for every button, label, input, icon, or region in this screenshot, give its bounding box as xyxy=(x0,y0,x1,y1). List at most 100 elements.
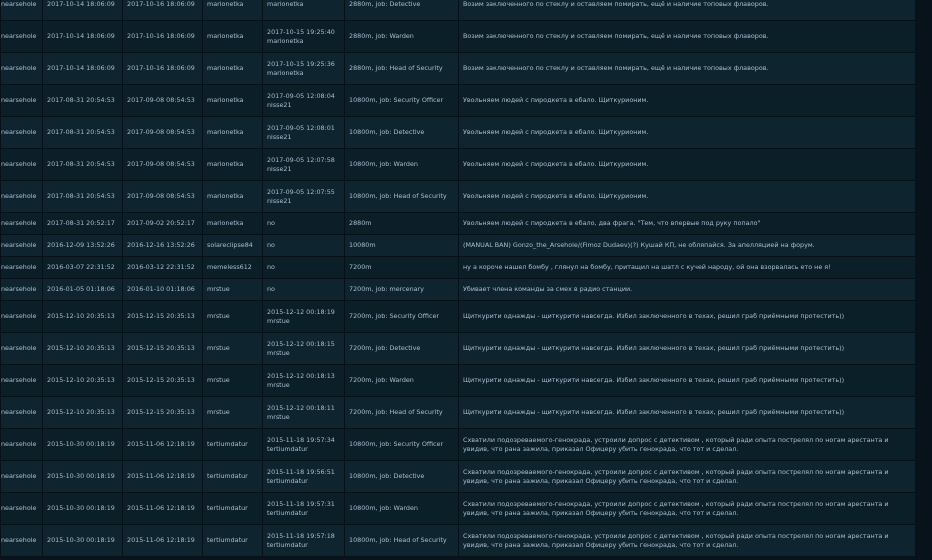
unban-admin: mrstue xyxy=(267,380,290,389)
duration-cell: 10800m, job: Detective xyxy=(344,460,459,493)
ban-date-cell: 2015-12-10 20:35:13 xyxy=(42,396,123,429)
admin-cell: tertiumdatur xyxy=(202,428,263,461)
expiry-date-cell: 2017-09-08 08:54:53 xyxy=(122,84,203,117)
reason-cell: Увольняем людей с пиродкета в ебало. Щит… xyxy=(458,84,916,117)
reason-cell: Убивает члена команды за смех в радио ст… xyxy=(458,278,916,301)
table-row: nearsehole 2015-12-10 20:35:13 2015-12-15 … xyxy=(0,300,916,333)
unban-cell: 2017-09-05 12:08:01 nisse21 xyxy=(262,116,345,149)
admin-cell: tertiumdatur xyxy=(202,460,263,493)
unban-cell: 2017-09-05 12:07:55 nisse21 xyxy=(262,180,345,213)
admin-cell: marionetka xyxy=(202,180,263,213)
unban-admin: mrstue xyxy=(267,316,290,325)
unban-time: 2015-11-18 19:57:18 xyxy=(267,531,335,540)
ban-date-cell: 2017-08-31 20:54:53 xyxy=(42,116,123,149)
admin-cell: mrstue xyxy=(202,278,263,301)
reason-cell: Увольняем людей с пиродкета в ебало. Щит… xyxy=(458,180,916,213)
ban-date-cell: 2016-12-09 13:52:26 xyxy=(42,234,123,257)
ban-date-cell: 2015-12-10 20:35:13 xyxy=(42,364,123,397)
admin-cell: tertiumdatur xyxy=(202,492,263,525)
ckey-cell: nearsehole xyxy=(0,492,43,525)
table-row: nearsehole 2016-12-09 13:52:26 2016-12-16 … xyxy=(0,234,916,257)
unban-time: 2017-09-05 12:07:58 xyxy=(267,155,335,164)
admin-cell: memeless612 xyxy=(202,256,263,279)
unban-cell: 2015-12-12 00:18:13 mrstue xyxy=(262,364,345,397)
unban-admin: tertiumdatur xyxy=(267,476,308,485)
expiry-date-cell: 2015-11-06 12:18:19 xyxy=(122,524,203,557)
unban-admin: tertiumdatur xyxy=(267,444,308,453)
expiry-date-cell: 2017-09-08 08:54:53 xyxy=(122,148,203,181)
ban-date-cell: 2015-12-10 20:35:13 xyxy=(42,332,123,365)
expiry-date-cell: 2016-03-12 22:31:52 xyxy=(122,256,203,279)
expiry-date-cell: 2015-11-06 12:18:19 xyxy=(122,492,203,525)
expiry-date-cell: 2017-10-16 18:06:09 xyxy=(122,0,203,21)
unban-cell: 2017-10-15 19:25:40 marionetka xyxy=(262,20,345,53)
unban-time: 2015-11-18 19:57:34 xyxy=(267,435,335,444)
reason-cell: Увольняем людей с пиродкета в ебало. Щит… xyxy=(458,148,916,181)
table-row: nearsehole 2016-03-07 22:31:52 2016-03-12 … xyxy=(0,256,916,279)
expiry-date-cell: 2016-01-10 01:18:06 xyxy=(122,278,203,301)
ban-date-cell: 2015-10-30 00:18:19 xyxy=(42,492,123,525)
unban-cell: 2015-11-18 19:57:31 tertiumdatur xyxy=(262,492,345,525)
admin-cell: marionetka xyxy=(202,116,263,149)
ckey-cell: nearsehole xyxy=(0,212,43,235)
table-row: nearsehole 2015-10-30 00:18:19 2015-11-06 … xyxy=(0,428,916,461)
ckey-cell: nearsehole xyxy=(0,0,43,21)
reason-cell: Щиткурити однажды - щиткурити навсегда. … xyxy=(458,364,916,397)
ckey-cell: nearsehole xyxy=(0,148,43,181)
admin-cell: mrstue xyxy=(202,332,263,365)
duration-cell: 10800m, job: Detective xyxy=(344,116,459,149)
ban-date-cell: 2015-10-30 00:18:19 xyxy=(42,524,123,557)
table-row: nearsehole 2017-10-14 18:06:09 2017-10-16 … xyxy=(0,52,916,85)
ban-date-cell: 2015-10-30 00:18:19 xyxy=(42,460,123,493)
ban-date-cell: 2017-08-31 20:52:17 xyxy=(42,212,123,235)
ban-table: nearsehole 2017-10-14 18:06:09 2017-10-16 … xyxy=(0,0,916,557)
ban-date-cell: 2017-08-31 20:54:53 xyxy=(42,180,123,213)
reason-cell: Увольняем людей с пиродкета в ебало, два… xyxy=(458,212,916,235)
admin-cell: tertiumdatur xyxy=(202,524,263,557)
ckey-cell: nearsehole xyxy=(0,234,43,257)
ban-date-cell: 2016-03-07 22:31:52 xyxy=(42,256,123,279)
unban-admin: mrstue xyxy=(267,348,290,357)
ckey-cell: nearsehole xyxy=(0,332,43,365)
duration-cell: 10800m, job: Security Officer xyxy=(344,84,459,117)
expiry-date-cell: 2016-12-16 13:52:26 xyxy=(122,234,203,257)
reason-cell: Щиткурити однажды - щиткурити навсегда. … xyxy=(458,300,916,333)
reason-cell: Схватили подозреваемого-генокрада, устро… xyxy=(458,428,916,461)
expiry-date-cell: 2015-11-06 12:18:19 xyxy=(122,428,203,461)
duration-cell: 2880m, job: Warden xyxy=(344,20,459,53)
unban-admin: nisse21 xyxy=(267,164,292,173)
ban-date-cell: 2017-08-31 20:54:53 xyxy=(42,84,123,117)
unban-admin: nisse21 xyxy=(267,196,292,205)
table-row: nearsehole 2016-01-05 01:18:06 2016-01-10 … xyxy=(0,278,916,301)
reason-cell: Схватили подозреваемого-генокрада, устро… xyxy=(458,524,916,557)
ckey-cell: nearsehole xyxy=(0,524,43,557)
ckey-cell: nearsehole xyxy=(0,364,43,397)
unban-cell: no xyxy=(262,212,345,235)
table-row: nearsehole 2015-12-10 20:35:13 2015-12-15 … xyxy=(0,364,916,397)
duration-cell: 7200m, job: Head of Security xyxy=(344,396,459,429)
duration-cell: 10800m, job: Warden xyxy=(344,148,459,181)
unban-cell: 2015-12-12 00:18:15 mrstue xyxy=(262,332,345,365)
ban-date-cell: 2017-10-14 18:06:09 xyxy=(42,0,123,21)
reason-cell: Щиткурити однажды - щиткурити навсегда. … xyxy=(458,396,916,429)
reason-cell: Схватили подозреваемого-генокрада, устро… xyxy=(458,492,916,525)
table-row: nearsehole 2017-08-31 20:54:53 2017-09-08 … xyxy=(0,148,916,181)
reason-cell: Щиткурити однажды - щиткурити навсегда. … xyxy=(458,332,916,365)
unban-admin: marionetka xyxy=(267,36,304,45)
table-row: nearsehole 2017-08-31 20:54:53 2017-09-08 … xyxy=(0,84,916,117)
duration-cell: 2880m, job: Head of Security xyxy=(344,52,459,85)
duration-cell: 7200m, job: mercenary xyxy=(344,278,459,301)
unban-admin: nisse21 xyxy=(267,132,292,141)
unban-cell: 2015-12-12 00:18:19 mrstue xyxy=(262,300,345,333)
reason-cell: Увольняем людей с пиродкета в ебало. Щит… xyxy=(458,116,916,149)
unban-cell: 2017-09-05 12:08:04 nisse21 xyxy=(262,84,345,117)
expiry-date-cell: 2017-10-16 18:06:09 xyxy=(122,52,203,85)
expiry-date-cell: 2015-12-15 20:35:13 xyxy=(122,300,203,333)
unban-time: 2017-10-15 19:25:40 xyxy=(267,27,335,36)
expiry-date-cell: 2017-09-02 20:52:17 xyxy=(122,212,203,235)
admin-cell: marionetka xyxy=(202,0,263,21)
ckey-cell: nearsehole xyxy=(0,256,43,279)
ckey-cell: nearsehole xyxy=(0,20,43,53)
reason-cell: Схватили подозреваемого-генокрада, устро… xyxy=(458,460,916,493)
table-row: nearsehole 2015-10-30 00:18:19 2015-11-06 … xyxy=(0,492,916,525)
